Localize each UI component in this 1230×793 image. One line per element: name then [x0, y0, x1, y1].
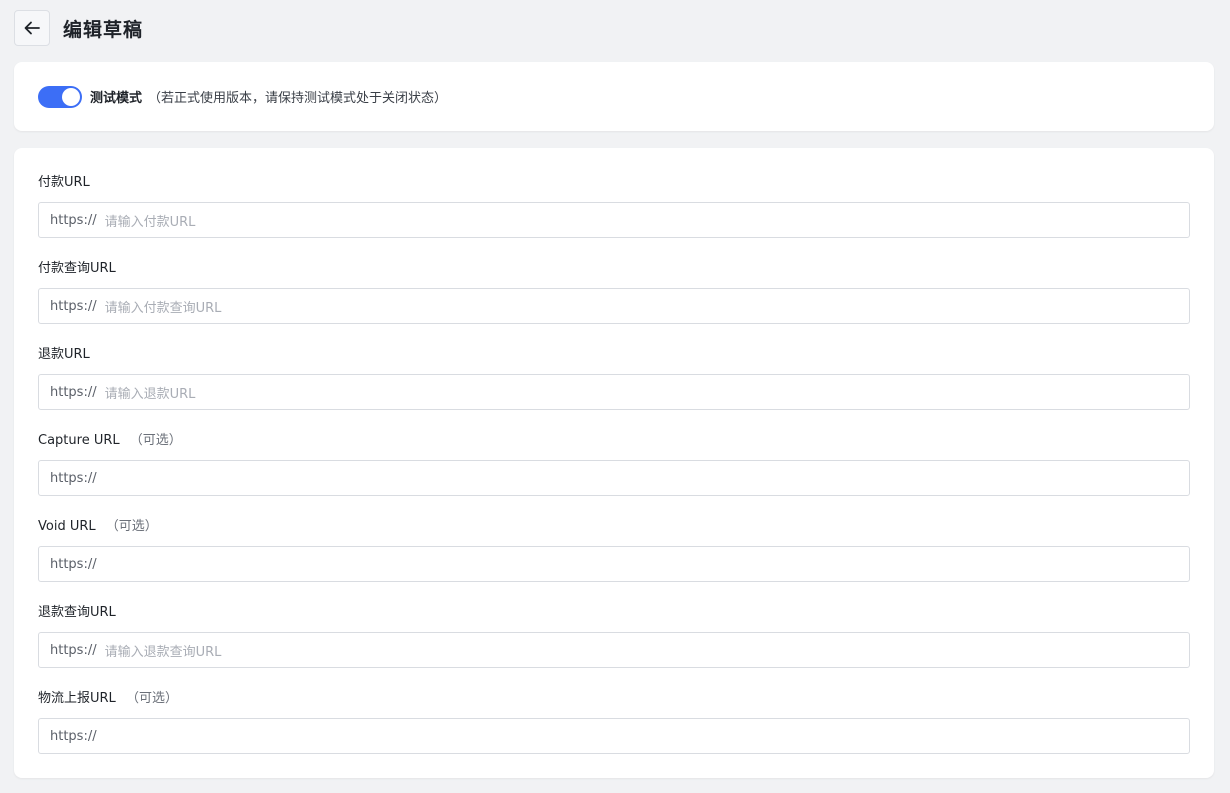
input-prefix: https:// — [50, 728, 97, 744]
input-prefix: https:// — [50, 642, 97, 658]
logistics-url-input[interactable]: https:// — [38, 718, 1190, 754]
field-capture-url: Capture URL （可选） https:// — [38, 430, 1190, 516]
field-label-text: Capture URL — [38, 433, 120, 448]
test-mode-toggle[interactable] — [38, 85, 82, 108]
test-mode-hint: （若正式使用版本，请保持测试模式处于关闭状态） — [148, 91, 448, 106]
back-button[interactable] — [14, 10, 50, 46]
refund-url-input[interactable]: https:// 请输入退款URL — [38, 374, 1190, 410]
page-title: 编辑草稿 — [63, 18, 144, 41]
payment-url-input[interactable]: https:// 请输入付款URL — [38, 202, 1190, 238]
field-label-text: 付款查询URL — [38, 261, 116, 276]
void-url-input[interactable]: https:// — [38, 546, 1190, 582]
input-placeholder: 请输入退款查询URL — [104, 644, 222, 660]
optional-tag: （可选） — [125, 691, 178, 706]
refund-query-url-input[interactable]: https:// 请输入退款查询URL — [38, 632, 1190, 668]
field-void-url: Void URL （可选） https:// — [38, 516, 1190, 602]
optional-tag: （可选） — [105, 519, 158, 534]
field-label-text: 物流上报URL — [38, 691, 116, 706]
field-label: 付款URL — [38, 172, 1190, 202]
field-label: Capture URL （可选） — [38, 430, 1190, 460]
input-prefix: https:// — [50, 298, 97, 314]
field-payment-url: 付款URL https:// 请输入付款URL — [38, 172, 1190, 258]
input-placeholder: 请输入退款URL — [104, 386, 196, 402]
field-refund-query-url: 退款查询URL https:// 请输入退款查询URL — [38, 602, 1190, 688]
optional-tag: （可选） — [129, 433, 182, 448]
field-label-text: Void URL — [38, 519, 96, 534]
field-label: 退款URL — [38, 344, 1190, 374]
test-mode-card: 测试模式 （若正式使用版本，请保持测试模式处于关闭状态） — [14, 62, 1214, 131]
field-label-text: 付款URL — [38, 175, 90, 190]
field-label-text: 退款URL — [38, 347, 90, 362]
payment-query-url-input[interactable]: https:// 请输入付款查询URL — [38, 288, 1190, 324]
field-label: 付款查询URL — [38, 258, 1190, 288]
field-label: 物流上报URL （可选） — [38, 688, 1190, 718]
toggle-knob — [62, 87, 80, 106]
field-label-text: 退款查询URL — [38, 605, 116, 620]
field-payment-query-url: 付款查询URL https:// 请输入付款查询URL — [38, 258, 1190, 344]
capture-url-input[interactable]: https:// — [38, 460, 1190, 496]
input-prefix: https:// — [50, 212, 97, 228]
input-placeholder: 请输入付款URL — [104, 214, 196, 230]
page-header: 编辑草稿 — [14, 10, 143, 46]
input-prefix: https:// — [50, 384, 97, 400]
input-placeholder: 请输入付款查询URL — [104, 300, 222, 316]
arrow-left-icon — [24, 21, 40, 35]
field-refund-url: 退款URL https:// 请输入退款URL — [38, 344, 1190, 430]
field-logistics-url: 物流上报URL （可选） https:// — [38, 688, 1190, 774]
field-label: Void URL （可选） — [38, 516, 1190, 546]
field-label: 退款查询URL — [38, 602, 1190, 632]
input-prefix: https:// — [50, 556, 97, 572]
url-form-card: 付款URL https:// 请输入付款URL 付款查询URL https://… — [14, 148, 1214, 778]
test-mode-label: 测试模式 — [90, 91, 143, 106]
input-prefix: https:// — [50, 470, 97, 486]
